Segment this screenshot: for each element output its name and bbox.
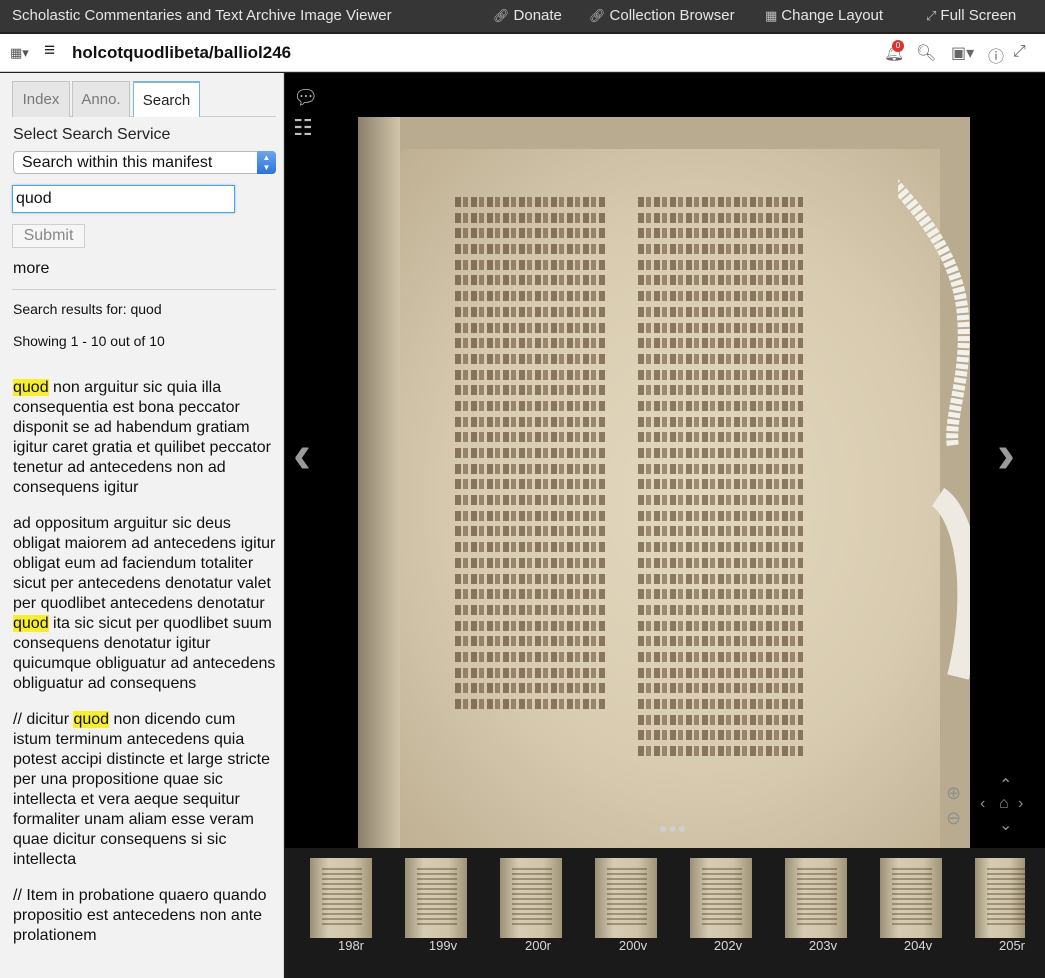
thumbnail[interactable] — [500, 858, 562, 938]
text-column-right — [638, 197, 803, 762]
image-icon[interactable]: ▣▾ — [951, 43, 974, 63]
thumbnail-label: 200v — [618, 938, 648, 953]
sidebar-tabs: Index Anno. Search — [12, 81, 276, 117]
donate-link[interactable]: 🔗︎ Donate — [493, 7, 562, 24]
pan-left-icon[interactable]: ‹ — [980, 795, 985, 813]
select-search-service-label: Select Search Service — [13, 126, 171, 143]
home-icon[interactable]: ⌂ — [999, 795, 1009, 813]
zoom-in-icon[interactable]: ⊕ — [946, 783, 961, 804]
search-lock-icon[interactable]: 🔍︎ — [916, 43, 936, 63]
thumbnail[interactable] — [880, 858, 942, 938]
app-title: Scholastic Commentaries and Text Archive… — [12, 7, 392, 24]
select-arrows-icon: ▲ ▼ — [257, 151, 276, 174]
notification-badge: 0 — [892, 40, 904, 52]
window-title: holcotquodlibeta/balliol246 — [72, 43, 292, 62]
search-service-value: Search within this manifest — [22, 154, 213, 171]
search-results-list: quod non arguitur sic quia illa conseque… — [13, 378, 277, 962]
previous-page-arrow[interactable]: ‹ — [293, 423, 311, 485]
expand-icon: ⤢ — [926, 7, 937, 23]
search-input[interactable]: quod — [12, 185, 235, 213]
pan-down-icon[interactable]: ⌄ — [999, 815, 1012, 835]
menu-icon[interactable]: ≡ — [44, 40, 55, 62]
result-text: non dicendo cum istum terminum anteceden… — [13, 711, 271, 868]
change-layout-button[interactable]: ▦ Change Layout — [765, 7, 883, 24]
tab-search[interactable]: Search — [133, 81, 200, 117]
search-result[interactable]: ad oppositum arguitur sic deus obligat m… — [13, 514, 277, 694]
search-result[interactable]: // Item in probatione quaero quando prop… — [13, 886, 277, 946]
search-result[interactable]: quod non arguitur sic quia illa conseque… — [13, 378, 277, 498]
tab-annotations[interactable]: Anno. — [72, 81, 130, 117]
results-count: Showing 1 - 10 out of 10 — [13, 333, 165, 349]
collection-browser-link[interactable]: 🔗︎ Collection Browser — [589, 7, 735, 24]
result-text: // dicitur — [13, 711, 74, 728]
expand-window-icon[interactable]: ⤢ — [1013, 43, 1026, 61]
result-highlight: quod — [13, 379, 49, 396]
result-text: // Item in probatione quaero quando prop… — [13, 887, 267, 944]
link-icon: 🔗︎ — [589, 7, 606, 23]
grid-icon: ▦ — [765, 7, 778, 23]
sliders-icon[interactable]: ☷ — [293, 115, 313, 141]
more-link[interactable]: more — [13, 260, 49, 278]
window-layout-icon[interactable]: ▦▾ — [10, 45, 29, 61]
thumbnail-label: 199v — [428, 938, 458, 953]
donate-label: Donate — [513, 7, 562, 24]
full-screen-button[interactable]: ⤢ Full Screen — [926, 7, 1016, 24]
result-highlight: quod — [73, 711, 110, 728]
search-result[interactable]: // dicitur quod non dicendo cum istum te… — [13, 710, 277, 870]
pan-right-icon[interactable]: › — [1018, 795, 1023, 813]
comments-icon[interactable]: 💬︎ — [293, 85, 318, 110]
window-header: ▦▾ ≡ holcotquodlibeta/balliol246 🔔︎ 🔍︎ ▣… — [0, 34, 1045, 72]
result-text: ita sic sicut per quodlibet suum consequ… — [13, 615, 276, 692]
text-column-left — [455, 197, 605, 715]
thumbnail[interactable] — [690, 858, 752, 938]
search-service-select[interactable]: Search within this manifest ▲ ▼ — [13, 151, 276, 174]
thumbnail-label: 198r — [337, 938, 365, 953]
thumbnail[interactable] — [595, 858, 657, 938]
thumbnail-label: 200r — [524, 938, 552, 953]
next-page-arrow[interactable]: › — [997, 423, 1015, 485]
white-cord — [898, 179, 970, 680]
search-results-heading: Search results for: quod — [13, 301, 162, 317]
thumbnail-label: 203v — [808, 938, 838, 953]
sidebar: Index Anno. Search Select Search Service… — [0, 73, 284, 978]
link-icon: 🔗︎ — [493, 7, 510, 23]
change-layout-label: Change Layout — [781, 7, 884, 24]
collection-browser-label: Collection Browser — [609, 7, 735, 24]
tab-index[interactable]: Index — [12, 81, 70, 117]
result-text: ad oppositum arguitur sic deus obligat m… — [13, 515, 276, 612]
result-highlight: quod — [13, 615, 49, 632]
divider — [12, 289, 276, 290]
thumbnail[interactable] — [405, 858, 467, 938]
result-text: non arguitur sic quia illa consequentia … — [13, 379, 271, 496]
thumbnail-label: 204v — [903, 938, 933, 953]
page-surface — [400, 149, 940, 849]
thumbnail-label: 205r — [998, 938, 1026, 953]
full-screen-label: Full Screen — [940, 7, 1017, 24]
info-icon[interactable]: ⓘ — [988, 43, 1004, 67]
top-bar: Scholastic Commentaries and Text Archive… — [0, 0, 1045, 33]
thumbnail-strip: 198r 199v 200r 200v 202v 203v 204v 205r — [285, 848, 1045, 978]
zoom-out-icon[interactable]: ⊖ — [946, 808, 961, 829]
thumbnail-label: 202v — [713, 938, 743, 953]
submit-button[interactable]: Submit — [12, 224, 85, 248]
pan-up-icon[interactable]: ⌃ — [999, 775, 1012, 795]
thumbnail[interactable] — [785, 858, 847, 938]
manuscript-page-image[interactable] — [358, 117, 970, 849]
thumbnail[interactable] — [975, 858, 1027, 938]
thumbnail[interactable] — [310, 858, 372, 938]
page-gutter — [358, 117, 400, 849]
thumbnail-strip-handle[interactable]: ●●● — [659, 820, 687, 836]
image-viewer[interactable]: 💬︎ ☷ ‹ › ⊕ ⊖ ⌃ ‹ ⌂ › ⌄ ●●● 198r 199v 200… — [285, 73, 1045, 978]
